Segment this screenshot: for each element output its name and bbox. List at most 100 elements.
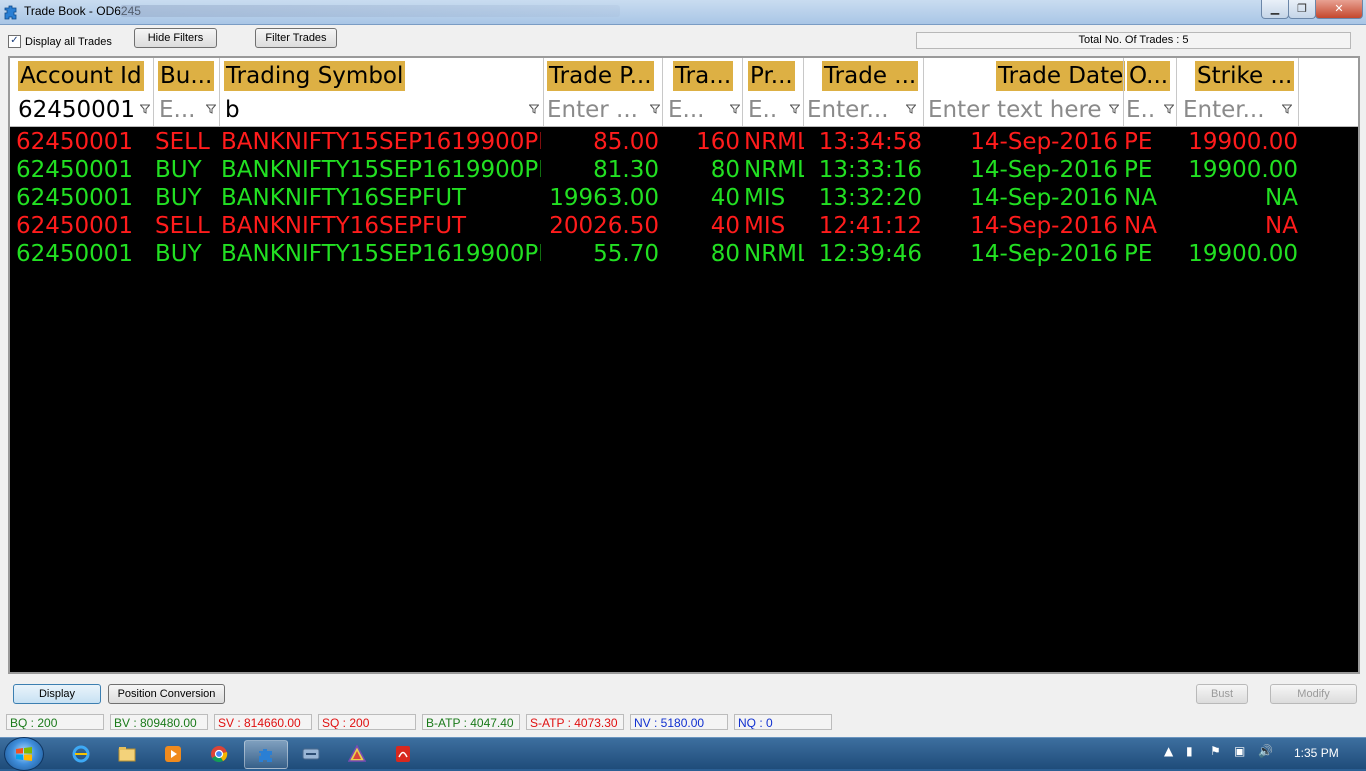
column-separator[interactable]	[662, 58, 663, 126]
table-row[interactable]: 62450001 BUY BANKNIFTY16SEPFUT 19963.00 40 MI…	[10, 184, 1358, 212]
column-header-symbol[interactable]: Trading Symbol	[224, 61, 406, 91]
modify-button[interactable]: Modify	[1270, 684, 1357, 704]
table-row[interactable]: 62450001 BUY BANKNIFTY15SEP1619900PE 55.70 8…	[10, 240, 1358, 268]
cell-price: 81.30	[593, 157, 659, 183]
filter-input-side[interactable]: E...	[157, 96, 219, 124]
cell-opt: PE	[1124, 241, 1153, 267]
column-separator[interactable]	[1176, 58, 1177, 126]
filter-placeholder: E..	[748, 97, 778, 123]
status-field: B-ATP : 4047.40	[422, 714, 520, 730]
column-header-time[interactable]: Trade ...	[822, 61, 919, 91]
taskbar-triangle-app-button[interactable]	[336, 740, 378, 767]
filter-funnel-icon[interactable]	[1108, 104, 1120, 116]
cell-qty: 160	[696, 129, 740, 155]
taskbar-puzzle-app-button[interactable]	[244, 740, 288, 769]
taskbar-explorer-button[interactable]	[106, 740, 148, 767]
column-header-strike[interactable]: Strike ...	[1195, 61, 1295, 91]
filter-funnel-icon[interactable]	[729, 104, 741, 116]
filter-funnel-icon[interactable]	[905, 104, 917, 116]
trade-book-window: ✓ Display all Trades Hide Filters Filter…	[0, 25, 1366, 737]
column-separator[interactable]	[543, 58, 544, 126]
filter-funnel-icon[interactable]	[1163, 104, 1175, 116]
column-separator[interactable]	[153, 58, 154, 126]
puzzle-app-icon	[259, 749, 272, 762]
volume-icon[interactable]: 🔊	[1258, 744, 1273, 758]
column-header-date[interactable]: Trade Date	[996, 61, 1126, 91]
filter-input-time[interactable]: Enter...	[805, 96, 919, 124]
cell-opt: NA	[1124, 185, 1157, 211]
close-button[interactable]: ✕	[1315, 0, 1363, 19]
filter-placeholder: Enter...	[1183, 97, 1265, 123]
filter-input-account[interactable]: 62450001	[16, 96, 153, 124]
position-conversion-button[interactable]: Position Conversion	[108, 684, 225, 704]
column-header-side[interactable]: Bu...	[158, 61, 215, 91]
cell-date: 14-Sep-2016	[970, 185, 1118, 211]
taskbar-media-player-button[interactable]	[152, 740, 194, 767]
filter-funnel-icon[interactable]	[205, 104, 217, 116]
filter-funnel-icon[interactable]	[1281, 104, 1293, 116]
status-field: SQ : 200	[318, 714, 416, 730]
filter-input-qty[interactable]: E...	[666, 96, 743, 124]
maximize-button[interactable]: ❐	[1288, 0, 1316, 19]
column-header-label: Pr...	[748, 61, 795, 91]
cell-account: 62450001	[16, 213, 134, 239]
filter-funnel-icon[interactable]	[649, 104, 661, 116]
filter-input-product[interactable]: E..	[746, 96, 803, 124]
cell-price: 85.00	[593, 129, 659, 155]
cell-qty: 40	[710, 185, 740, 211]
table-row[interactable]: 62450001 SELL BANKNIFTY15SEP1619900PE 85.00…	[10, 128, 1358, 156]
checkbox-check-icon[interactable]: ✓	[8, 35, 21, 48]
show-hidden-icons-icon[interactable]: ▲	[1164, 744, 1173, 758]
table-row[interactable]: 62450001 SELL BANKNIFTY16SEPFUT 20026.50 40 M…	[10, 212, 1358, 240]
column-separator[interactable]	[219, 58, 220, 126]
column-header-product[interactable]: Pr...	[748, 61, 795, 91]
column-header-account[interactable]: Account Id	[18, 61, 144, 91]
filter-input-symbol[interactable]: b	[223, 96, 542, 124]
column-header-qty[interactable]: Tra...	[673, 61, 734, 91]
filter-placeholder: Enter ...	[547, 97, 638, 123]
display-all-trades-checkbox[interactable]: ✓ Display all Trades	[8, 35, 112, 48]
taskbar-remote-app-button[interactable]	[290, 740, 332, 767]
filter-input-date[interactable]: Enter text here	[926, 96, 1122, 124]
column-separator[interactable]	[1123, 58, 1124, 126]
hide-filters-button[interactable]: Hide Filters	[134, 28, 217, 48]
taskbar-ie-button[interactable]	[60, 740, 102, 767]
filter-input-strike[interactable]: Enter...	[1181, 96, 1295, 124]
trade-rows: 62450001 SELL BANKNIFTY15SEP1619900PE 85.00…	[10, 128, 1358, 268]
filter-funnel-icon[interactable]	[139, 104, 151, 116]
display-all-trades-label: Display all Trades	[25, 35, 112, 48]
filter-input-price[interactable]: Enter ...	[545, 96, 663, 124]
column-header-price[interactable]: Trade P...	[547, 61, 654, 91]
column-separator[interactable]	[1298, 58, 1299, 126]
device-icon[interactable]: ▣	[1234, 744, 1245, 758]
column-separator[interactable]	[923, 58, 924, 126]
column-separator[interactable]	[742, 58, 743, 126]
filter-trades-button[interactable]: Filter Trades	[255, 28, 337, 48]
filter-funnel-icon[interactable]	[528, 104, 540, 116]
column-separator[interactable]	[803, 58, 804, 126]
column-header-opt[interactable]: O...	[1127, 61, 1171, 91]
taskbar-clock[interactable]: 1:35 PM	[1294, 746, 1339, 760]
taskbar-pdf-button[interactable]	[382, 740, 424, 767]
media-player-icon	[165, 746, 181, 762]
status-field: SV : 814660.00	[214, 714, 312, 730]
filter-value: 62450001	[18, 97, 136, 123]
filter-value: b	[225, 97, 240, 123]
filter-input-opt[interactable]: E..	[1124, 96, 1177, 124]
status-field: NQ : 0	[734, 714, 832, 730]
network-signal-icon[interactable]: ▮	[1186, 744, 1193, 758]
column-header-label: Trading Symbol	[224, 61, 406, 91]
flag-alert-icon[interactable]: ⚑	[1210, 744, 1221, 758]
cell-account: 62450001	[16, 241, 134, 267]
bust-button[interactable]: Bust	[1196, 684, 1248, 704]
table-row[interactable]: 62450001 BUY BANKNIFTY15SEP1619900PE 81.30 8…	[10, 156, 1358, 184]
app-puzzle-icon	[4, 5, 17, 20]
minimize-button[interactable]: ▁	[1261, 0, 1289, 19]
cell-time: 12:39:46	[818, 241, 922, 267]
taskbar-chrome-button[interactable]	[198, 740, 240, 767]
start-button[interactable]	[4, 737, 44, 771]
column-header-label: Trade Date	[996, 61, 1126, 91]
display-button[interactable]: Display	[13, 684, 101, 704]
cell-qty: 80	[710, 157, 740, 183]
filter-funnel-icon[interactable]	[789, 104, 801, 116]
